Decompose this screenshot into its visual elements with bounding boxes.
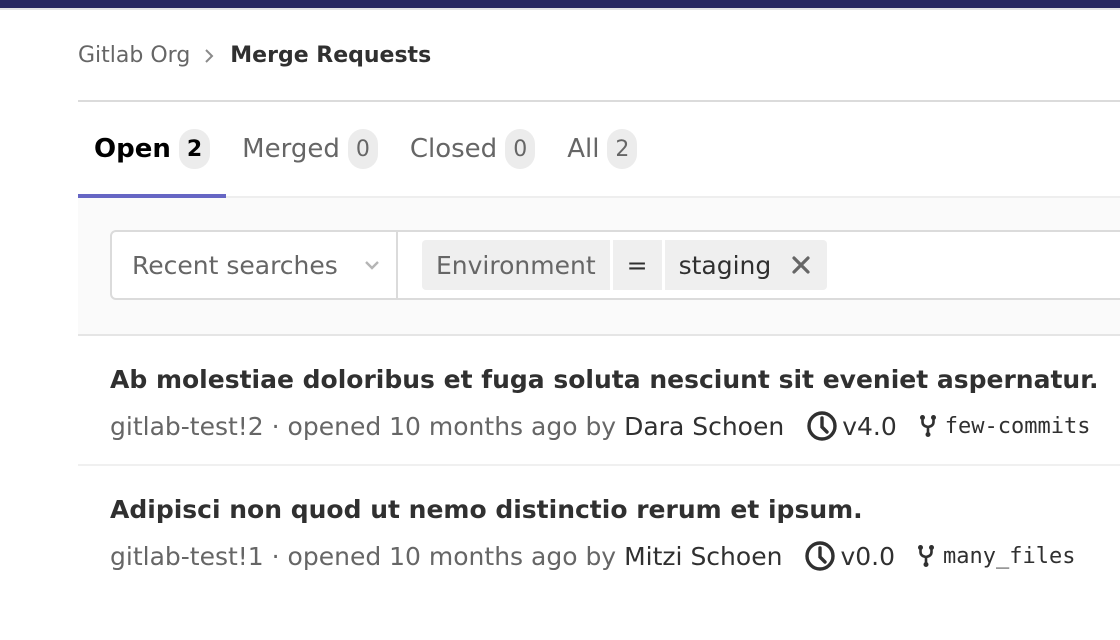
count-badge: 2 [607, 129, 638, 169]
target-branch: few-commits [919, 413, 1091, 439]
filter-token-name[interactable]: Environment [422, 240, 610, 290]
filtered-search-box: Recent searches Environment = staging [110, 230, 1120, 300]
chevron-down-icon [364, 260, 380, 270]
branch-name: few-commits [944, 413, 1091, 439]
tab-label: Open [94, 134, 171, 164]
count-badge: 0 [505, 129, 536, 169]
clock-icon [806, 410, 842, 442]
merge-request-meta: gitlab-test!1 · opened 10 months ago by … [110, 538, 1120, 574]
merge-request-list: Ab molestiae doloribus et fuga soluta ne… [78, 336, 1120, 596]
merge-request-row: Ab molestiae doloribus et fuga soluta ne… [78, 336, 1120, 466]
tab-label: All [567, 134, 600, 164]
merge-request-author[interactable]: Mitzi Schoen [624, 542, 782, 571]
merge-request-title[interactable]: Ab molestiae doloribus et fuga soluta ne… [110, 362, 1120, 398]
tab-label: Merged [242, 134, 340, 164]
merge-request-author[interactable]: Dara Schoen [624, 412, 784, 441]
tab-closed[interactable]: Closed 0 [394, 102, 551, 196]
tab-merged[interactable]: Merged 0 [226, 102, 394, 196]
count-badge: 0 [347, 129, 378, 169]
fork-icon [917, 544, 943, 568]
milestone-link[interactable]: v4.0 [806, 410, 897, 442]
recent-searches-dropdown[interactable]: Recent searches [112, 232, 398, 298]
branch-name: many_files [943, 543, 1076, 569]
milestone-label: v0.0 [840, 541, 895, 571]
merge-request-row: Adipisci non quod ut nemo distinctio rer… [78, 466, 1120, 596]
milestone-link[interactable]: v0.0 [804, 540, 895, 572]
breadcrumb-item-gitlab-org[interactable]: Gitlab Org [78, 43, 190, 68]
merge-request-reference: gitlab-test!1 · opened 10 months ago by [110, 541, 617, 571]
breadcrumb: Gitlab Org Merge Requests [78, 10, 1120, 102]
recent-searches-label: Recent searches [132, 250, 338, 280]
merge-request-meta: gitlab-test!2 · opened 10 months ago by … [110, 408, 1120, 444]
count-badge: 2 [178, 129, 211, 169]
close-icon[interactable] [791, 255, 811, 275]
filter-bar: Recent searches Environment = staging [78, 198, 1120, 336]
filter-tokens[interactable]: Environment = staging [398, 232, 828, 298]
state-tabs: Open 2 Merged 0 Closed 0 All 2 [78, 102, 1120, 198]
tab-label: Closed [409, 134, 498, 164]
breadcrumb-current-page: Merge Requests [230, 43, 432, 68]
filter-token-operator[interactable]: = [612, 240, 662, 290]
tab-open[interactable]: Open 2 [78, 102, 227, 198]
tab-all[interactable]: All 2 [551, 102, 653, 196]
target-branch: many_files [917, 544, 1075, 569]
chevron-right-icon [204, 48, 214, 63]
merge-request-title[interactable]: Adipisci non quod ut nemo distinctio rer… [110, 492, 1120, 528]
top-navigation-bar [0, 0, 1120, 8]
clock-icon [804, 540, 840, 572]
merge-request-reference: gitlab-test!2 · opened 10 months ago by [110, 411, 617, 441]
main-content: Gitlab Org Merge Requests Open 2 Merged … [78, 10, 1120, 596]
filter-token-value[interactable]: staging [664, 240, 828, 290]
fork-icon [919, 414, 945, 438]
filter-token-value-text: staging [678, 250, 772, 280]
milestone-label: v4.0 [842, 411, 897, 441]
